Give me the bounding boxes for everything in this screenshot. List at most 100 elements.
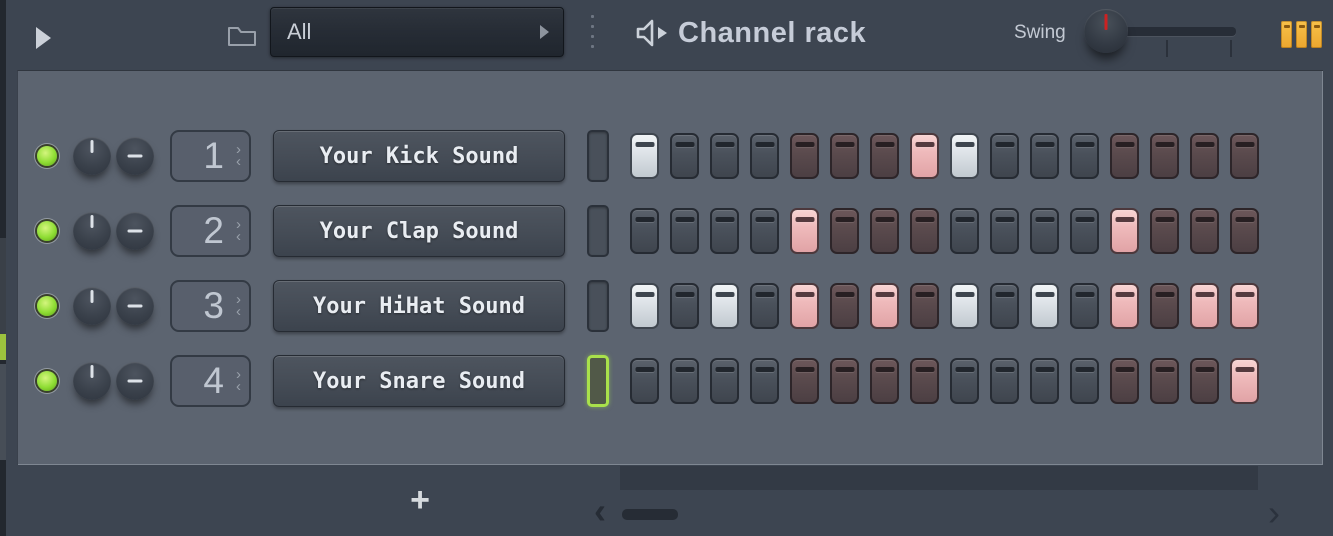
step-button[interactable] [1070, 283, 1099, 329]
step-button[interactable] [790, 358, 819, 404]
step-button[interactable] [870, 283, 899, 329]
pan-knob[interactable] [73, 212, 111, 250]
volume-knob[interactable] [116, 287, 154, 325]
step-button[interactable] [1150, 358, 1179, 404]
step-button[interactable] [1070, 208, 1099, 254]
step-button[interactable] [830, 283, 859, 329]
step-button[interactable] [670, 133, 699, 179]
scroll-right-icon[interactable]: › [1268, 495, 1280, 531]
step-button[interactable] [630, 358, 659, 404]
step-button[interactable] [630, 283, 659, 329]
channel-name-button[interactable]: Your Clap Sound [273, 205, 565, 257]
channel-enable-led[interactable] [37, 146, 57, 166]
channel-filter-dropdown[interactable]: All [270, 7, 564, 57]
swing-slider-handle[interactable] [1084, 9, 1128, 53]
step-button[interactable] [790, 283, 819, 329]
step-button[interactable] [710, 208, 739, 254]
channel-name-button[interactable]: Your HiHat Sound [273, 280, 565, 332]
step-button[interactable] [1030, 283, 1059, 329]
volume-knob[interactable] [116, 362, 154, 400]
volume-knob[interactable] [116, 137, 154, 175]
step-area-scroll-track[interactable] [620, 466, 1258, 490]
step-button[interactable] [990, 283, 1019, 329]
step-button[interactable] [750, 283, 779, 329]
step-button[interactable] [830, 208, 859, 254]
step-button[interactable] [1230, 358, 1259, 404]
step-button[interactable] [1190, 358, 1219, 404]
step-button[interactable] [910, 208, 939, 254]
step-button[interactable] [710, 283, 739, 329]
step-button[interactable] [830, 133, 859, 179]
step-button[interactable] [910, 283, 939, 329]
add-channel-button[interactable]: + [400, 480, 440, 520]
volume-knob[interactable] [116, 212, 154, 250]
step-button[interactable] [1230, 133, 1259, 179]
step-button[interactable] [1190, 208, 1219, 254]
step-button[interactable] [1070, 358, 1099, 404]
step-button[interactable] [830, 358, 859, 404]
step-button[interactable] [1110, 133, 1139, 179]
step-button[interactable] [1150, 208, 1179, 254]
step-button[interactable] [1030, 358, 1059, 404]
step-button[interactable] [750, 133, 779, 179]
step-button[interactable] [1110, 283, 1139, 329]
step-button[interactable] [670, 283, 699, 329]
step-button[interactable] [1150, 283, 1179, 329]
channel-select-indicator[interactable] [587, 130, 609, 182]
step-button[interactable] [790, 133, 819, 179]
channel-enable-led[interactable] [37, 221, 57, 241]
step-button[interactable] [870, 133, 899, 179]
spinner-icon[interactable]: › ‹ [236, 217, 241, 244]
step-button[interactable] [630, 133, 659, 179]
step-button[interactable] [1150, 133, 1179, 179]
step-button[interactable] [950, 358, 979, 404]
channel-name-button[interactable]: Your Kick Sound [273, 130, 565, 182]
step-button[interactable] [1070, 133, 1099, 179]
spinner-icon[interactable]: › ‹ [236, 367, 241, 394]
step-button[interactable] [630, 208, 659, 254]
step-button[interactable] [1030, 133, 1059, 179]
channel-select-indicator[interactable] [587, 205, 609, 257]
spinner-icon[interactable]: › ‹ [236, 292, 241, 319]
channel-number-box[interactable]: 3 › ‹ [170, 280, 251, 332]
step-button[interactable] [1030, 208, 1059, 254]
pan-knob[interactable] [73, 137, 111, 175]
step-button[interactable] [950, 283, 979, 329]
step-button[interactable] [710, 358, 739, 404]
step-button[interactable] [1190, 283, 1219, 329]
channel-display-filter-icon[interactable] [1281, 21, 1322, 48]
step-button[interactable] [750, 208, 779, 254]
step-button[interactable] [990, 133, 1019, 179]
step-button[interactable] [1190, 133, 1219, 179]
step-button[interactable] [910, 133, 939, 179]
horizontal-scrollbar-thumb[interactable] [622, 509, 678, 520]
step-button[interactable] [990, 208, 1019, 254]
channel-select-indicator[interactable] [587, 355, 609, 407]
scroll-left-icon[interactable]: ‹ [594, 493, 606, 529]
step-button[interactable] [910, 358, 939, 404]
channel-enable-led[interactable] [37, 296, 57, 316]
step-button[interactable] [790, 208, 819, 254]
step-button[interactable] [670, 208, 699, 254]
step-button[interactable] [1230, 283, 1259, 329]
step-button[interactable] [1230, 208, 1259, 254]
channel-select-indicator[interactable] [587, 280, 609, 332]
step-button[interactable] [1110, 358, 1139, 404]
channel-number-box[interactable]: 2 › ‹ [170, 205, 251, 257]
step-button[interactable] [950, 208, 979, 254]
step-button[interactable] [1110, 208, 1139, 254]
channel-name-button[interactable]: Your Snare Sound [273, 355, 565, 407]
channel-enable-led[interactable] [37, 371, 57, 391]
step-button[interactable] [990, 358, 1019, 404]
step-button[interactable] [950, 133, 979, 179]
pan-knob[interactable] [73, 362, 111, 400]
pan-knob[interactable] [73, 287, 111, 325]
step-button[interactable] [870, 208, 899, 254]
spinner-icon[interactable]: › ‹ [236, 142, 241, 169]
step-button[interactable] [750, 358, 779, 404]
channel-number-box[interactable]: 4 › ‹ [170, 355, 251, 407]
expand-arrow-icon[interactable] [36, 27, 51, 49]
step-button[interactable] [710, 133, 739, 179]
step-button[interactable] [670, 358, 699, 404]
step-button[interactable] [870, 358, 899, 404]
